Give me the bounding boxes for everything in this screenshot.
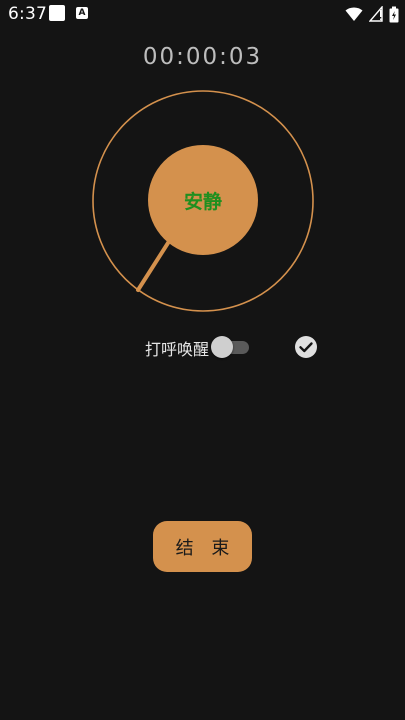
snore-wake-toggle[interactable] [211, 335, 251, 359]
wifi-icon [345, 7, 363, 21]
end-button-label: 结 束 [175, 537, 236, 559]
sound-status-label: 安静 [183, 190, 222, 213]
snore-wake-row: 打呼唤醒 [0, 333, 405, 361]
sound-status-disc: 安静 [148, 145, 258, 255]
signal-icon [369, 6, 383, 22]
font-badge-icon: A [76, 7, 88, 19]
status-bar: 6:37 A [0, 0, 405, 28]
status-time: 6:37 [8, 4, 47, 24]
notification-square-icon [49, 5, 65, 21]
sleep-monitor-screen: 6:37 A 00:00:03 安静 打呼唤醒 结 束 [0, 0, 405, 720]
battery-icon [389, 6, 399, 22]
end-button[interactable]: 结 束 [153, 521, 252, 572]
snore-wake-label: 打呼唤醒 [145, 340, 210, 359]
elapsed-timer: 00:00:03 [142, 44, 263, 70]
toggle-thumb [211, 336, 233, 358]
check-circle-icon[interactable] [294, 335, 318, 359]
status-icons [345, 5, 399, 23]
